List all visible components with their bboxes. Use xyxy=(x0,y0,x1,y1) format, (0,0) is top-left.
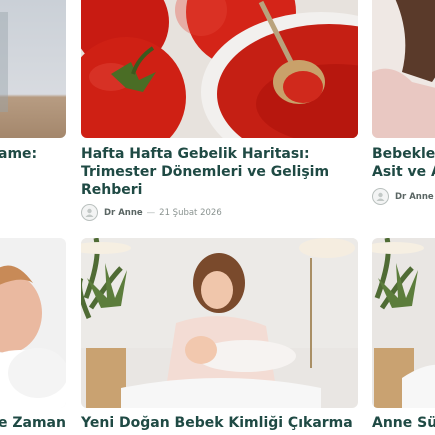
woman-image-icon xyxy=(372,0,435,138)
avatar-icon[interactable] xyxy=(372,188,389,205)
card-title-row2-left[interactable]: e Zaman xyxy=(0,414,66,432)
card-image-tomato[interactable] xyxy=(81,0,358,138)
author-name[interactable]: Dr Anne xyxy=(104,208,143,218)
card-title-row2-center[interactable]: Yeni Doğan Bebek Kimliği Çıkarma xyxy=(81,414,353,432)
mother-breastfeeding-image-icon xyxy=(81,238,358,408)
card-title-row2-right[interactable]: Anne Süt xyxy=(372,414,435,432)
partial-left-image-icon xyxy=(0,0,66,138)
card-meta-center: Dr Anne — 21 Şubat 2026 xyxy=(81,204,222,221)
separator: — xyxy=(146,207,156,218)
card-title-right[interactable]: Bebekler Asit ve A xyxy=(372,145,435,181)
card-image-breastfeeding[interactable] xyxy=(81,238,358,408)
mother-baby-image-icon xyxy=(372,238,435,408)
post-date: 21 Şubat 2026 xyxy=(159,207,222,218)
card-title-center[interactable]: Hafta Hafta Gebelik Haritası: Trimester … xyxy=(81,145,329,199)
card-title-left[interactable]: ame: xyxy=(0,145,37,163)
card-image-left[interactable] xyxy=(0,0,66,138)
card-image-right-row2[interactable] xyxy=(372,238,435,408)
card-image-right[interactable] xyxy=(372,0,435,138)
baby-image-icon xyxy=(0,238,66,408)
card-meta-right: Dr Anne xyxy=(372,188,434,205)
avatar-icon[interactable] xyxy=(81,204,98,221)
card-image-baby[interactable] xyxy=(0,238,66,408)
author-name[interactable]: Dr Anne xyxy=(395,192,434,202)
tomato-paste-image-icon xyxy=(81,0,358,138)
